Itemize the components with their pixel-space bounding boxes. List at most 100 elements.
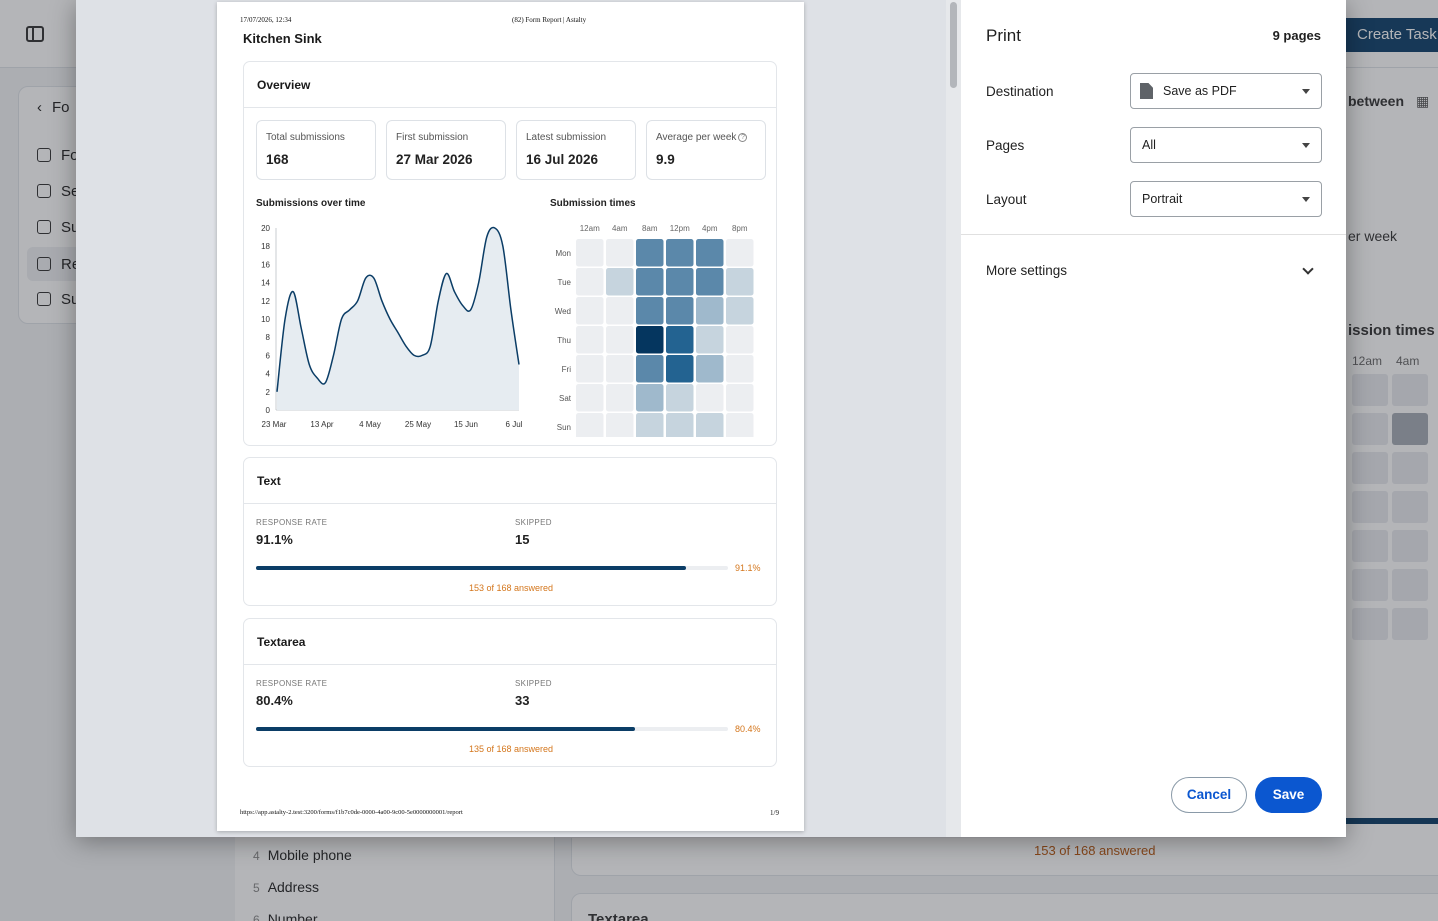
response-rate-value: 80.4%: [256, 693, 293, 708]
heat-cell: [696, 239, 724, 267]
more-settings-toggle[interactable]: More settings: [986, 263, 1067, 278]
preview-scrollbar[interactable]: [946, 0, 961, 837]
stat-value: 27 Mar 2026: [396, 152, 473, 167]
response-rate-bar: [256, 566, 728, 570]
response-rate-value: 91.1%: [256, 532, 293, 547]
caret-down-icon: [1302, 89, 1310, 94]
print-dialog: 17/07/2026, 12:34 (82) Form Report | Ast…: [76, 0, 1346, 837]
cancel-button[interactable]: Cancel: [1171, 777, 1247, 813]
response-rate-label: RESPONSE RATE: [256, 518, 328, 527]
response-rate-fill: [256, 566, 686, 570]
x-tick-label: 6 Jul: [506, 420, 523, 429]
x-tick-label: 23 Mar: [262, 420, 287, 429]
question-title: Text: [244, 458, 776, 504]
question-card-text: Text RESPONSE RATE 91.1% SKIPPED 15 91.1…: [243, 457, 777, 606]
stat-label: Total submissions: [266, 132, 345, 143]
destination-label: Destination: [986, 84, 1054, 99]
overview-card: Overview Total submissions 168 First sub…: [243, 61, 777, 446]
response-rate-bar: [256, 727, 728, 731]
heat-cell: [666, 355, 694, 383]
heat-cell: [696, 326, 724, 354]
column-label: 12am: [580, 224, 600, 233]
heat-cell: [666, 384, 694, 412]
file-icon: [1140, 83, 1153, 99]
chevron-down-icon[interactable]: [1302, 263, 1314, 275]
heat-cell: [636, 384, 664, 412]
pages-select[interactable]: All: [1130, 127, 1322, 163]
y-tick-label: 8: [266, 333, 271, 342]
heat-cell: [576, 326, 604, 354]
heat-cell: [636, 355, 664, 383]
destination-select[interactable]: Save as PDF: [1130, 73, 1322, 109]
column-label: 12pm: [670, 224, 690, 233]
column-label: 8am: [642, 224, 658, 233]
skipped-label: SKIPPED: [515, 679, 552, 688]
row-label: Wed: [555, 307, 571, 316]
print-title: Print: [986, 26, 1021, 45]
heat-cell: [576, 268, 604, 296]
question-card-textarea: Textarea RESPONSE RATE 80.4% SKIPPED 33 …: [243, 618, 777, 767]
answered-count: 153 of 168 answered: [468, 583, 554, 593]
print-settings-panel: Print 9 pages Destination Save as PDF Pa…: [961, 0, 1346, 837]
heat-cell: [606, 268, 634, 296]
skipped-value: 33: [515, 693, 530, 708]
layout-value: Portrait: [1142, 192, 1183, 206]
destination-value: Save as PDF: [1163, 84, 1237, 98]
heat-cell: [726, 268, 754, 296]
heat-cell: [726, 239, 754, 267]
line-chart-title: Submissions over time: [256, 198, 366, 209]
heat-cell: [696, 413, 724, 437]
layout-label: Layout: [986, 192, 1027, 207]
y-tick-label: 18: [261, 242, 270, 251]
heat-cell: [606, 297, 634, 325]
submission-times-heatmap: 12am 4am 8am 12pm 4pm 8pm Mon Tue Wed Thu Fri Sat Su…: [555, 224, 754, 437]
heat-cell: [726, 355, 754, 383]
preview-page: 17/07/2026, 12:34 (82) Form Report | Ast…: [217, 2, 804, 831]
y-tick-label: 12: [261, 297, 270, 306]
stat-label: First submission: [396, 132, 469, 143]
stat-label-text: Average per week: [656, 132, 737, 143]
page-footer-url: https://app.astalty-2.test:3200/forms/f1…: [240, 809, 463, 816]
heat-cell: [606, 413, 634, 437]
heat-cell: [576, 413, 604, 437]
stat-label: Average per week?: [656, 132, 748, 143]
stat-latest-submission: Latest submission 16 Jul 2026: [516, 120, 636, 180]
heat-cell: [696, 384, 724, 412]
stat-value: 9.9: [656, 152, 675, 167]
response-rate-pct: 91.1%: [735, 563, 761, 573]
row-label: Fri: [562, 365, 572, 374]
heat-cell: [636, 297, 664, 325]
column-label: 4am: [612, 224, 628, 233]
row-label: Sun: [557, 423, 571, 432]
page-header-datetime: 17/07/2026, 12:34: [240, 16, 292, 24]
layout-select[interactable]: Portrait: [1130, 181, 1322, 217]
column-label: 4pm: [702, 224, 718, 233]
skipped-value: 15: [515, 532, 530, 547]
row-label: Sat: [559, 394, 572, 403]
heat-cell: [606, 239, 634, 267]
question-title: Textarea: [244, 619, 776, 665]
print-preview[interactable]: 17/07/2026, 12:34 (82) Form Report | Ast…: [76, 0, 961, 837]
heat-cell: [606, 355, 634, 383]
heatmap-title: Submission times: [550, 198, 636, 209]
scrollbar-thumb[interactable]: [950, 2, 957, 88]
x-tick-label: 4 May: [359, 420, 381, 429]
heat-cell: [576, 239, 604, 267]
heat-cell: [666, 297, 694, 325]
heat-cell: [726, 326, 754, 354]
save-button[interactable]: Save: [1255, 777, 1322, 813]
skipped-label: SKIPPED: [515, 518, 552, 527]
answered-count: 135 of 168 answered: [468, 744, 554, 754]
heat-cell: [726, 413, 754, 437]
heat-cell: [576, 384, 604, 412]
help-icon[interactable]: ?: [738, 133, 748, 142]
divider: [961, 234, 1346, 235]
stat-label: Latest submission: [526, 132, 607, 143]
y-tick-label: 0: [266, 406, 271, 415]
heat-cell: [636, 326, 664, 354]
x-tick-label: 13 Apr: [310, 420, 333, 429]
y-tick-label: 10: [261, 315, 270, 324]
page-header-title: (82) Form Report | Astalty: [512, 16, 587, 24]
overview-heading: Overview: [244, 62, 776, 108]
page-footer-number: 1/9: [770, 809, 779, 817]
